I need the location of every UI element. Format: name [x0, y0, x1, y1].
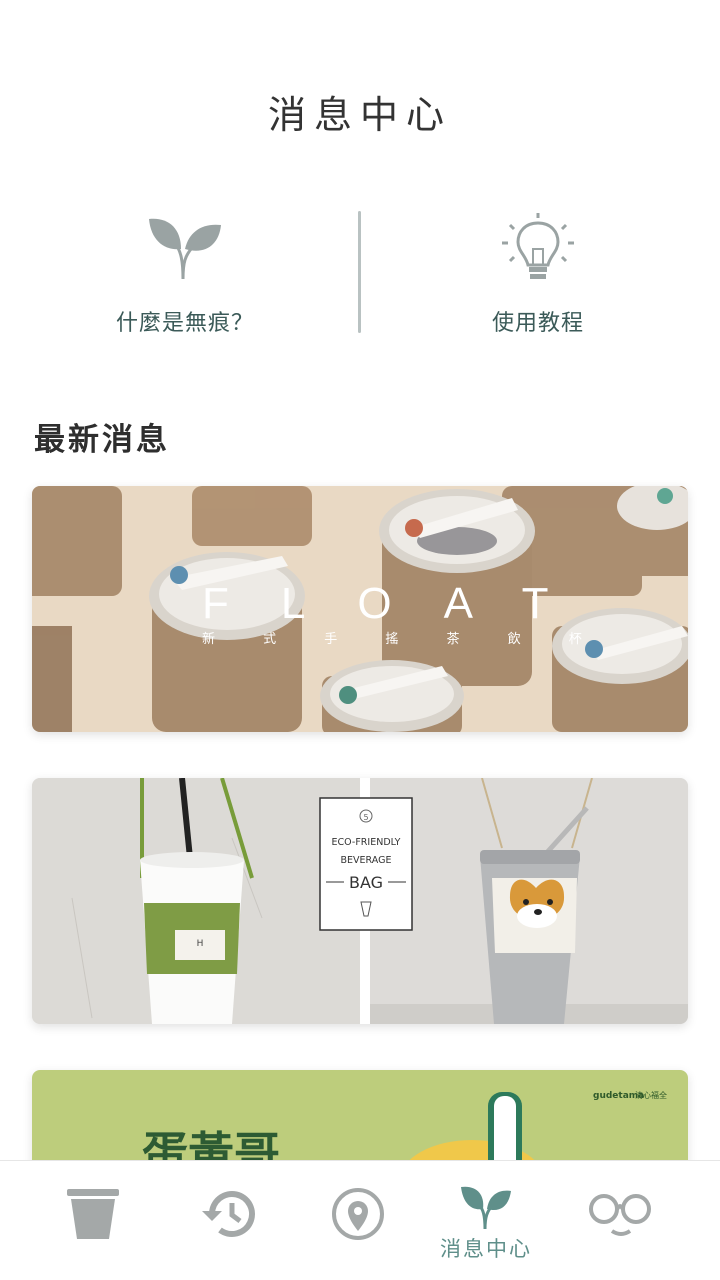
eco-badge-number: 5	[363, 813, 368, 822]
nav-label-news-center: 消息中心	[440, 1237, 532, 1261]
bottom-nav: 消息中心	[0, 1160, 720, 1280]
location-pin-icon	[332, 1188, 384, 1240]
float-subheading: 新 式 手 搖 茶 飲 杯	[202, 631, 604, 647]
page-title: 消息中心	[267, 93, 452, 137]
divider	[358, 211, 361, 333]
bag-tag-label: H	[197, 939, 204, 949]
lightbulb-icon	[502, 213, 574, 279]
gudetama-brand-sub: 清心福全	[635, 1090, 667, 1100]
leaf-icon	[149, 218, 221, 280]
section-title-latest-news: 最新消息	[34, 422, 170, 458]
float-banner-image: FLOAT 新 式 手 搖 茶 飲 杯	[32, 486, 688, 732]
nav-item-news-center[interactable]: 消息中心	[421, 1161, 551, 1280]
news-card-float[interactable]: FLOAT 新 式 手 搖 茶 飲 杯	[32, 486, 688, 732]
eco-line1: ECO-FRIENDLY	[332, 837, 401, 848]
eco-bag-banner-image: H 5 ECO-FRIENDLY BEVERAGE BAG	[32, 778, 688, 1024]
eco-line3: BAG	[349, 873, 383, 892]
quick-links: 什麼是無痕？ 使用教程	[0, 205, 720, 340]
nav-item-profile[interactable]	[555, 1161, 685, 1280]
quick-link-label: 什麼是無痕？	[115, 311, 254, 336]
news-card-eco-bag[interactable]: H 5 ECO-FRIENDLY BEVERAGE BAG	[32, 778, 688, 1024]
sprout-icon	[461, 1186, 511, 1230]
cup-icon	[67, 1189, 119, 1239]
glasses-icon	[589, 1194, 651, 1236]
quick-link-label: 使用教程	[491, 311, 584, 336]
history-icon	[202, 1191, 255, 1237]
nav-item-cup[interactable]	[28, 1161, 158, 1280]
nav-item-location[interactable]	[293, 1161, 423, 1280]
eco-line2: BEVERAGE	[341, 855, 392, 866]
nav-item-history[interactable]	[163, 1161, 293, 1280]
quick-link-what-is[interactable]: 什麼是無痕？	[65, 205, 305, 340]
quick-link-tutorial[interactable]: 使用教程	[418, 205, 658, 340]
float-heading: FLOAT	[202, 579, 601, 628]
